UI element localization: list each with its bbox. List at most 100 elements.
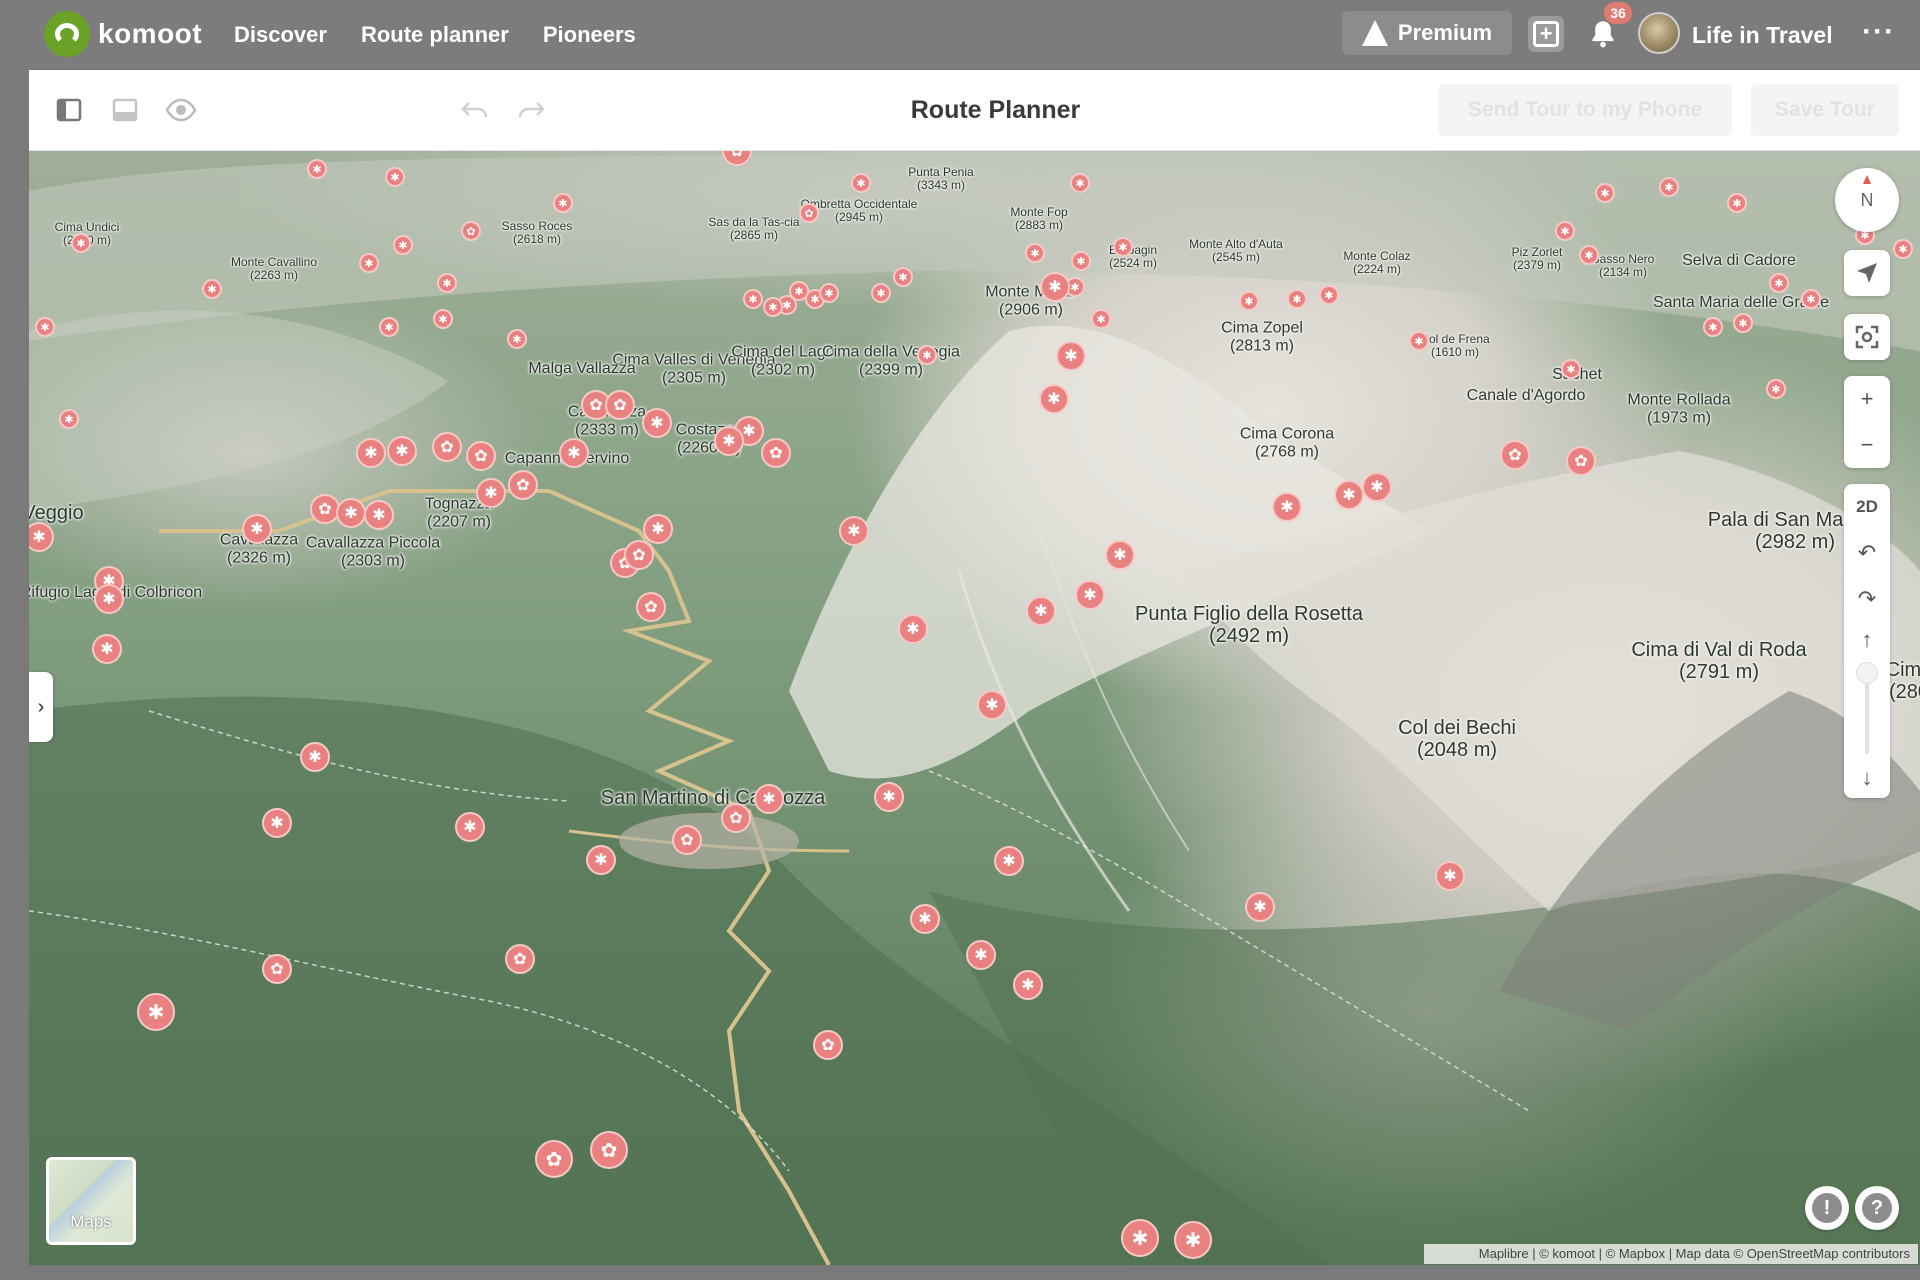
map-style-button[interactable]: Maps — [46, 1157, 136, 1245]
hiking-pin-icon[interactable]: ✱ — [437, 273, 457, 293]
hiking-pin-icon[interactable]: ✱ — [307, 159, 327, 179]
hiking-pin-icon[interactable]: ✱ — [476, 478, 506, 508]
hiking-pin-icon[interactable]: ✱ — [1091, 309, 1111, 329]
hiking-pin-icon[interactable]: ✱ — [1769, 273, 1789, 293]
bike-pin-icon[interactable]: ✿ — [761, 438, 791, 468]
komoot-logo[interactable]: komoot — [44, 10, 202, 58]
hiking-pin-icon[interactable]: ✱ — [385, 167, 405, 187]
hiking-pin-icon[interactable]: ✱ — [137, 993, 175, 1031]
bike-pin-icon[interactable]: ✿ — [432, 432, 462, 462]
hiking-pin-icon[interactable]: ✱ — [1733, 313, 1753, 333]
hiking-pin-icon[interactable]: ✱ — [35, 317, 55, 337]
hiking-pin-icon[interactable]: ✱ — [559, 438, 589, 468]
hiking-pin-icon[interactable]: ✱ — [92, 634, 122, 664]
map-attribution[interactable]: Maplibre | © komoot | © Mapbox | Map dat… — [1424, 1244, 1918, 1264]
hiking-pin-icon[interactable]: ✱ — [994, 846, 1024, 876]
hiking-pin-icon[interactable]: ✱ — [763, 297, 783, 317]
hiking-pin-icon[interactable]: ✱ — [1766, 379, 1786, 399]
bike-pin-icon[interactable]: ✿ — [1500, 440, 1530, 470]
hiking-pin-icon[interactable]: ✱ — [1659, 177, 1679, 197]
hiking-pin-icon[interactable]: ✱ — [851, 173, 871, 193]
hiking-pin-icon[interactable]: ✱ — [1893, 239, 1913, 259]
hiking-pin-icon[interactable]: ✱ — [1071, 251, 1091, 271]
hiking-pin-icon[interactable]: ✱ — [1113, 237, 1133, 257]
compass-button[interactable]: N — [1835, 168, 1899, 232]
hiking-pin-icon[interactable]: ✱ — [1245, 892, 1275, 922]
hiking-pin-icon[interactable]: ✱ — [1703, 317, 1723, 337]
hiking-pin-icon[interactable]: ✱ — [839, 516, 869, 546]
hiking-pin-icon[interactable]: ✱ — [1727, 193, 1747, 213]
hiking-pin-icon[interactable]: ✱ — [910, 904, 940, 934]
hiking-pin-icon[interactable]: ✱ — [1174, 1221, 1212, 1259]
hiking-pin-icon[interactable]: ✱ — [898, 614, 928, 644]
hiking-pin-icon[interactable]: ✱ — [1579, 245, 1599, 265]
tilt-up-button[interactable]: ↑ — [1844, 622, 1890, 658]
report-issue-button[interactable]: ! — [1805, 1186, 1849, 1230]
bike-pin-icon[interactable]: ✿ — [535, 1140, 573, 1178]
hiking-pin-icon[interactable]: ✱ — [71, 233, 91, 253]
hiking-pin-icon[interactable]: ✱ — [1272, 492, 1302, 522]
hiking-pin-icon[interactable]: ✱ — [59, 409, 79, 429]
undo-icon[interactable] — [459, 94, 491, 126]
pitch-slider[interactable] — [1856, 662, 1878, 754]
bike-pin-icon[interactable]: ✿ — [636, 592, 666, 622]
username[interactable]: Life in Travel — [1692, 0, 1833, 70]
bike-pin-icon[interactable]: ✿ — [624, 540, 654, 570]
hiking-pin-icon[interactable]: ✱ — [1409, 331, 1429, 351]
hiking-pin-icon[interactable]: ✱ — [1070, 173, 1090, 193]
bike-pin-icon[interactable]: ✿ — [813, 1030, 843, 1060]
hiking-pin-icon[interactable]: ✱ — [1319, 285, 1339, 305]
nav-link-pioneers[interactable]: Pioneers — [543, 22, 636, 48]
hiking-pin-icon[interactable]: ✱ — [1121, 1219, 1159, 1257]
expand-sidebar-button[interactable]: › — [29, 672, 53, 742]
hiking-pin-icon[interactable]: ✱ — [242, 514, 272, 544]
hiking-pin-icon[interactable]: ✱ — [507, 329, 527, 349]
send-tour-button[interactable]: Send Tour to my Phone — [1438, 84, 1732, 136]
eye-icon[interactable] — [165, 94, 197, 126]
nav-link-discover[interactable]: Discover — [234, 22, 327, 48]
hiking-pin-icon[interactable]: ✱ — [1555, 221, 1575, 241]
bike-pin-icon[interactable]: ✿ — [1566, 446, 1596, 476]
locate-button[interactable] — [1844, 250, 1890, 296]
hiking-pin-icon[interactable]: ✱ — [642, 408, 672, 438]
bike-pin-icon[interactable]: ✿ — [262, 954, 292, 984]
hiking-pin-icon[interactable]: ✱ — [1435, 861, 1465, 891]
hiking-pin-icon[interactable]: ✱ — [359, 253, 379, 273]
toggle-2d-button[interactable]: 2D — [1844, 484, 1890, 530]
save-tour-button[interactable]: Save Tour — [1751, 84, 1899, 136]
hiking-pin-icon[interactable]: ✱ — [553, 193, 573, 213]
bike-pin-icon[interactable]: ✿ — [466, 441, 496, 471]
hiking-pin-icon[interactable]: ✱ — [1801, 289, 1821, 309]
hiking-pin-icon[interactable]: ✱ — [1105, 540, 1135, 570]
hiking-pin-icon[interactable]: ✱ — [754, 784, 784, 814]
bike-pin-icon[interactable]: ✿ — [799, 203, 819, 223]
hiking-pin-icon[interactable]: ✱ — [1595, 183, 1615, 203]
sidebar-toggle-icon[interactable] — [53, 94, 85, 126]
hiking-pin-icon[interactable]: ✱ — [364, 500, 394, 530]
bike-pin-icon[interactable]: ✿ — [721, 803, 751, 833]
hiking-pin-icon[interactable]: ✱ — [455, 812, 485, 842]
hiking-pin-icon[interactable]: ✱ — [743, 289, 763, 309]
hiking-pin-icon[interactable]: ✱ — [871, 283, 891, 303]
hiking-pin-icon[interactable]: ✱ — [977, 690, 1007, 720]
hiking-pin-icon[interactable]: ✱ — [300, 742, 330, 772]
hiking-pin-icon[interactable]: ✱ — [893, 267, 913, 287]
hiking-pin-icon[interactable]: ✱ — [1040, 272, 1070, 302]
bike-pin-icon[interactable]: ✿ — [508, 470, 538, 500]
tilt-down-button[interactable]: ↓ — [1844, 758, 1890, 798]
hiking-pin-icon[interactable]: ✱ — [1239, 291, 1259, 311]
hiking-pin-icon[interactable]: ✱ — [387, 436, 417, 466]
hiking-pin-icon[interactable]: ✱ — [433, 309, 453, 329]
hiking-pin-icon[interactable]: ✱ — [874, 782, 904, 812]
hiking-pin-icon[interactable]: ✱ — [393, 235, 413, 255]
hiking-pin-icon[interactable]: ✱ — [1039, 384, 1069, 414]
hiking-pin-icon[interactable]: ✱ — [379, 317, 399, 337]
hiking-pin-icon[interactable]: ✱ — [1561, 359, 1581, 379]
rotate-left-button[interactable]: ↶ — [1844, 530, 1890, 576]
rotate-right-button[interactable]: ↷ — [1844, 576, 1890, 622]
zoom-out-button[interactable]: − — [1844, 422, 1890, 468]
hiking-pin-icon[interactable]: ✱ — [966, 940, 996, 970]
more-menu-button[interactable]: ··· — [1862, 0, 1895, 70]
redo-icon[interactable] — [515, 94, 547, 126]
hiking-pin-icon[interactable]: ✱ — [819, 283, 839, 303]
